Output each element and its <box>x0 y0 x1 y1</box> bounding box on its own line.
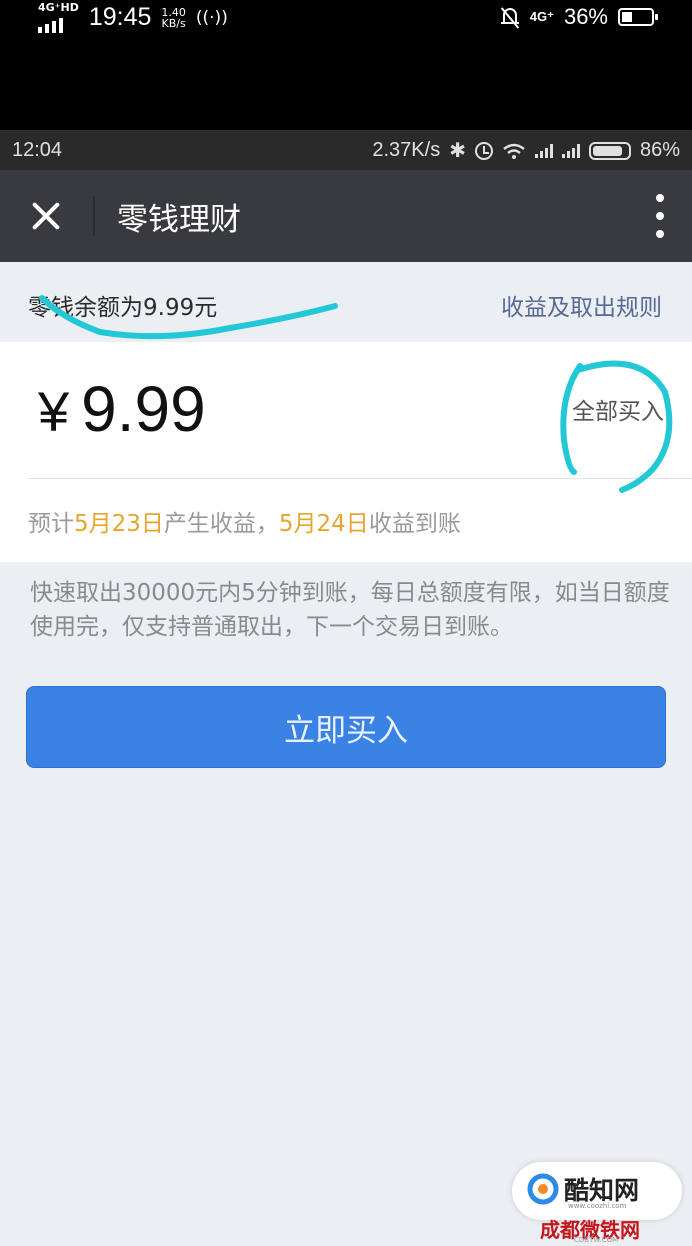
bluetooth-icon: ✱ <box>449 140 466 162</box>
withdrawal-note: 快速取出30000元内5分钟到账，每日总额度有限，如当日额度使用完，仅支持普通取… <box>30 580 670 640</box>
amount-input[interactable]: ¥ 9.99 <box>38 372 206 446</box>
currency-symbol: ¥ <box>38 380 70 443</box>
earnings-arrival-date: 5月24日 <box>278 511 369 537</box>
signal-icon-1 <box>534 143 553 158</box>
network-type-label: 4G⁺HD <box>38 1 79 14</box>
inner-status-bar: 12:04 2.37K/s ✱ 86% <box>0 130 692 170</box>
watermark-sub-url: CDBTW.COM <box>574 1236 619 1244</box>
inner-battery-percent: 86% <box>639 139 680 161</box>
alarm-icon <box>474 141 493 160</box>
outer-status-bar: 4G⁺HD 19:45 1.40 KB/s ((·)) 4G⁺ 36% <box>0 0 692 130</box>
outer-clock: 19:45 <box>88 3 152 31</box>
more-menu-icon[interactable] <box>654 194 666 238</box>
watermark-badge: 酷知网 www.coozhi.com <box>512 1162 682 1220</box>
app-bar-divider <box>93 196 95 236</box>
earnings-estimate: 预计5月23日产生收益，5月24日收益到账 <box>28 511 461 537</box>
balance-text: 零钱余额为9.99元 <box>28 295 218 321</box>
page-title: 零钱理财 <box>117 202 241 238</box>
mute-bell-icon <box>500 6 520 29</box>
cellular-signal-icon: 4G⁺HD <box>38 2 79 33</box>
close-icon[interactable] <box>18 188 74 244</box>
inner-network-speed: 2.37K/s <box>372 139 441 161</box>
card-divider <box>28 478 692 479</box>
battery-icon <box>618 8 658 26</box>
network-type-label-2: 4G⁺ <box>529 9 554 24</box>
inner-battery-icon <box>588 141 631 160</box>
app-bar: 零钱理财 <box>0 170 692 262</box>
earnings-start-date: 5月23日 <box>74 511 164 537</box>
buy-now-button[interactable]: 立即买入 <box>26 686 666 768</box>
watermark-logo-icon <box>527 1173 559 1205</box>
watermark-url: www.coozhi.com <box>568 1202 627 1210</box>
network-speed: 1.40 KB/s <box>161 5 186 30</box>
outer-battery-percent: 36% <box>563 4 608 29</box>
hotspot-icon: ((·)) <box>195 7 228 28</box>
amount-value: 9.99 <box>81 373 206 445</box>
balance-row: 零钱余额为9.99元 收益及取出规则 <box>0 262 692 342</box>
inner-clock: 12:04 <box>12 139 63 161</box>
watermark: 酷知网 www.coozhi.com 成都微铁网 CDBTW.COM <box>512 1162 684 1244</box>
buy-all-button[interactable]: 全部买入 <box>572 392 664 426</box>
signal-icon-2 <box>561 143 580 158</box>
wifi-icon <box>503 143 525 159</box>
amount-card: ¥ 9.99 全部买入 预计5月23日产生收益，5月24日收益到账 <box>0 342 692 562</box>
rules-link[interactable]: 收益及取出规则 <box>501 288 662 322</box>
